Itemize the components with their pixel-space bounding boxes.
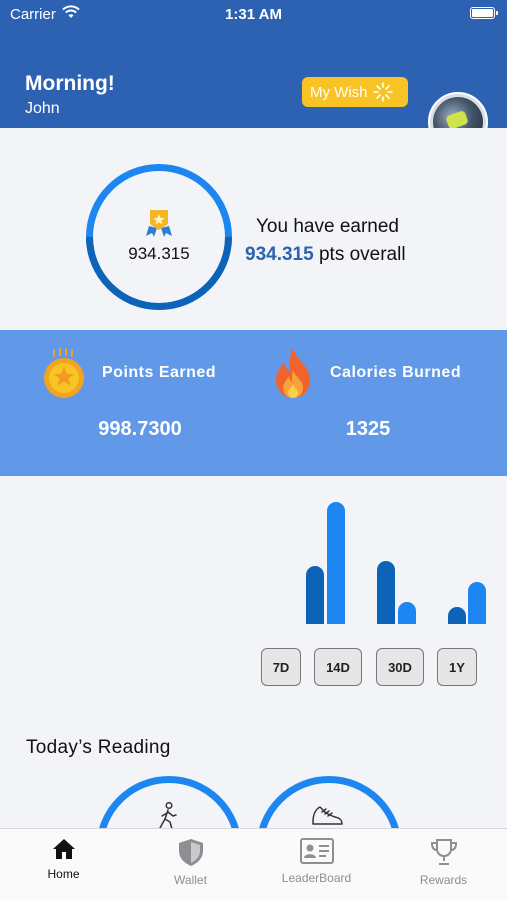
my-wish-button[interactable]: My Wish [302, 77, 408, 107]
walking-icon [159, 802, 177, 830]
award-medal-icon [146, 210, 172, 237]
chart-bar [306, 566, 324, 624]
range-1y-button[interactable]: 1Y [437, 648, 477, 686]
id-card-icon [299, 838, 334, 864]
calories-burned-value: 1325 [345, 418, 391, 440]
shield-icon [178, 839, 203, 866]
tab-wallet-label: Wallet [174, 873, 207, 887]
battery-icon [470, 7, 498, 19]
ring-points-value: 934.315 [128, 244, 190, 263]
tab-wallet[interactable]: Wallet [127, 829, 254, 900]
greeting: Morning! [25, 72, 115, 95]
tab-rewards-label: Rewards [419, 873, 468, 887]
range-14d-button[interactable]: 14D [314, 648, 362, 686]
earned-suffix: pts overall [318, 244, 406, 265]
clock: 1:31 AM [225, 6, 282, 23]
shoe-icon [312, 806, 343, 825]
medal-coin-icon [44, 348, 84, 398]
earned-heading: You have earned [256, 216, 399, 237]
earned-section [0, 128, 507, 330]
tab-leaderboard[interactable]: LeaderBoard [253, 829, 380, 900]
todays-reading-title: Today’s Reading [26, 737, 171, 758]
range-7d-button[interactable]: 7D [261, 648, 301, 686]
earned-summary: 934.315 pts overall [245, 244, 406, 266]
status-bar: Carrier 1:31 AM [0, 0, 507, 30]
stats-band: Points Earned 998.7300 Calories Burned 1… [0, 330, 507, 476]
trophy-icon [430, 839, 457, 865]
tab-rewards[interactable]: Rewards [380, 829, 507, 900]
calories-burned-label: Calories Burned [330, 364, 462, 381]
flame-icon [276, 348, 310, 398]
tab-home[interactable]: Home [0, 829, 127, 900]
chart-bar [448, 607, 466, 624]
sparkle-icon [372, 82, 393, 102]
chart-bar [327, 502, 345, 624]
tab-home-label: Home [47, 867, 80, 881]
chart-bar [398, 602, 416, 624]
my-wish-label: My Wish [310, 83, 368, 101]
activity-chart [0, 476, 507, 716]
points-earned-label: Points Earned [102, 364, 217, 381]
home-icon [52, 839, 75, 859]
username: John [25, 100, 60, 117]
range-30d-button[interactable]: 30D [376, 648, 424, 686]
tab-bar: Home Wallet LeaderBoard Rewards [0, 828, 507, 900]
chart-bar [377, 561, 395, 624]
chart-bar [468, 582, 486, 624]
points-earned-value: 998.7300 [98, 418, 182, 440]
earned-points: 934.315 [245, 244, 314, 265]
tab-leaderboard-label: LeaderBoard [281, 871, 352, 885]
